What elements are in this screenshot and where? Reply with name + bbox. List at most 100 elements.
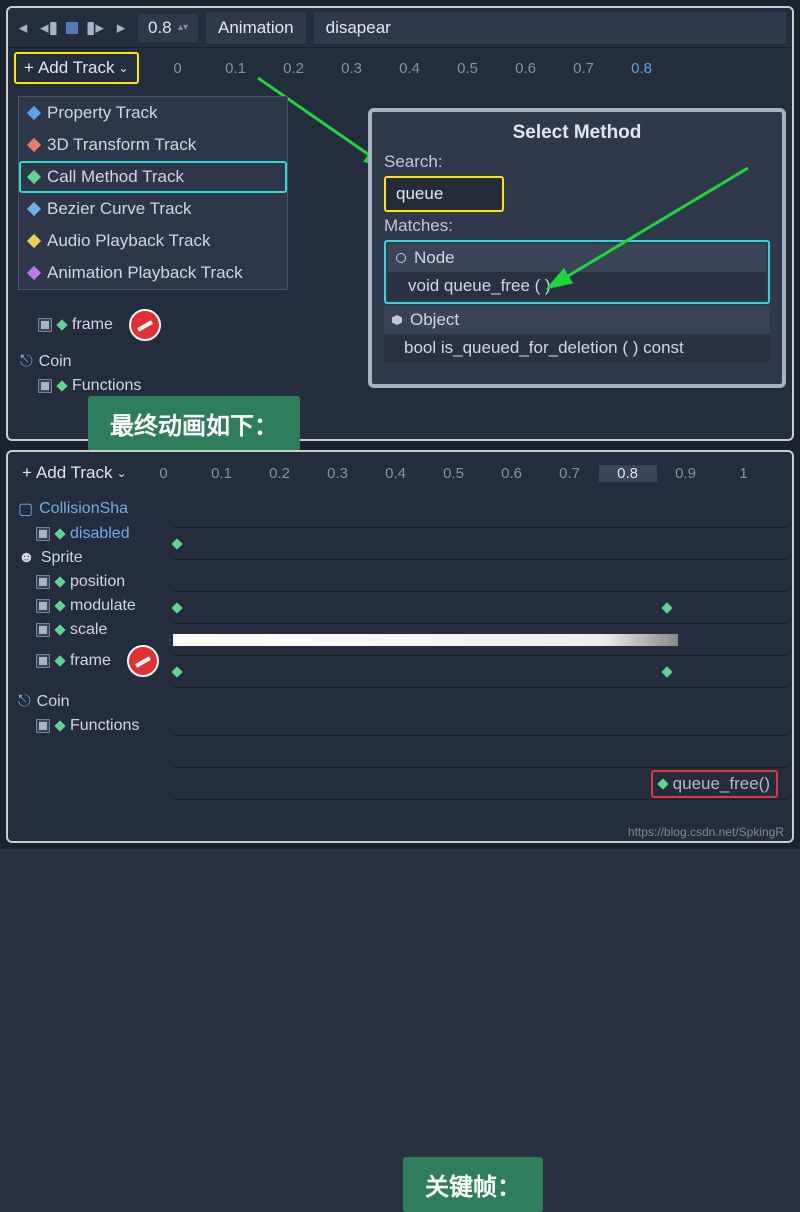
keyframe[interactable]: [171, 538, 182, 549]
track-functions[interactable]: Functions: [16, 374, 165, 398]
checkbox-icon[interactable]: [36, 654, 50, 668]
menu-audio-track[interactable]: Audio Playback Track: [19, 225, 287, 257]
add-track-label: Add Track: [36, 463, 113, 483]
checkbox-icon[interactable]: [38, 379, 52, 393]
keyframe-area: queue_free(): [173, 496, 788, 837]
search-input[interactable]: [384, 176, 504, 212]
chevron-down-icon: ⌄: [118, 61, 128, 75]
link-icon: ⎋: [20, 353, 33, 371]
tick: 0.3: [309, 465, 367, 482]
diamond-icon: [27, 138, 41, 152]
tick: 0.2: [251, 465, 309, 482]
tick: 0.6: [483, 465, 541, 482]
keyframe-label: queue_free(): [673, 774, 770, 794]
add-track-menu: Property Track 3D Transform Track Call M…: [18, 96, 288, 290]
animation-dropdown[interactable]: Animation: [206, 12, 306, 44]
queue-free-keyframe[interactable]: queue_free(): [651, 770, 778, 798]
menu-property-track[interactable]: Property Track: [19, 97, 287, 129]
stop-sign-icon: [129, 309, 161, 341]
diamond-icon: [54, 720, 65, 731]
checkbox-icon[interactable]: [36, 575, 50, 589]
keyframe[interactable]: [171, 602, 182, 613]
menu-animation-track[interactable]: Animation Playback Track: [19, 257, 287, 289]
track-frame[interactable]: frame: [16, 306, 165, 344]
diamond-icon: [56, 380, 67, 391]
diamond-icon: [54, 600, 65, 611]
track-sprite[interactable]: ☻Sprite: [14, 546, 172, 570]
track-line[interactable]: [173, 560, 788, 592]
track-line[interactable]: [173, 592, 788, 624]
track-scale[interactable]: scale: [14, 618, 172, 642]
keyframe[interactable]: [661, 602, 672, 613]
track-line[interactable]: [173, 656, 788, 688]
track-label: Functions: [70, 717, 139, 735]
match-node-header[interactable]: Node: [388, 244, 766, 272]
spinner-icon: ▴▾: [178, 22, 188, 33]
tick: 0.7: [541, 465, 599, 482]
track-line[interactable]: [173, 496, 788, 528]
match-object-header[interactable]: Object: [384, 306, 770, 334]
top-editor-panel: ◂ ◂▮ ▮▸ ▸ 0.8 ▴▾ Animation disapear + Ad…: [6, 6, 794, 441]
diamond-icon: [54, 528, 65, 539]
track-modulate[interactable]: modulate: [14, 594, 172, 618]
menu-label: Animation Playback Track: [47, 263, 243, 283]
add-track-button[interactable]: + Add Track ⌄: [14, 52, 139, 84]
stop-sign-icon: [127, 645, 159, 677]
track-line[interactable]: [173, 624, 788, 656]
track-frame[interactable]: frame: [14, 642, 172, 680]
checkbox-icon[interactable]: [36, 719, 50, 733]
checkbox-icon[interactable]: [36, 623, 50, 637]
track-disabled[interactable]: disabled: [14, 522, 172, 546]
hex-icon: [392, 315, 402, 325]
animation-toolbar: ◂ ◂▮ ▮▸ ▸ 0.8 ▴▾ Animation disapear: [8, 8, 792, 48]
play-button[interactable]: ▸: [112, 19, 130, 37]
tick: 0.1: [193, 465, 251, 482]
track-label: Coin: [39, 353, 72, 371]
checkbox-icon[interactable]: [36, 527, 50, 541]
tick: 0.6: [497, 60, 555, 77]
track-label: CollisionSha: [39, 500, 128, 518]
menu-label: Call Method Track: [47, 167, 184, 187]
match-is-queued[interactable]: bool is_queued_for_deletion ( ) const: [384, 334, 770, 362]
track-label: disabled: [70, 525, 130, 543]
animation-name[interactable]: disapear: [314, 12, 786, 44]
checkbox-icon[interactable]: [38, 318, 52, 332]
bottom-editor-panel: + Add Track ⌄ 0 0.1 0.2 0.3 0.4 0.5 0.6 …: [6, 450, 794, 843]
menu-label: 3D Transform Track: [47, 135, 196, 155]
circle-icon: [396, 253, 406, 263]
tick: 0.5: [439, 60, 497, 77]
track-line[interactable]: [173, 736, 788, 768]
match-method: bool is_queued_for_deletion ( ) const: [404, 338, 684, 358]
tick: 0.9: [657, 465, 715, 482]
link-icon: ⎋: [18, 693, 31, 711]
menu-3d-transform-track[interactable]: 3D Transform Track: [19, 129, 287, 161]
keyframe[interactable]: [661, 666, 672, 677]
time-value: 0.8: [148, 18, 172, 38]
track-line[interactable]: [173, 528, 788, 560]
tick: 0.5: [425, 465, 483, 482]
menu-call-method-track[interactable]: Call Method Track: [19, 161, 287, 193]
banner-keyframe: 关键帧：: [403, 1157, 543, 1212]
track-coin[interactable]: ⎋ Coin: [16, 350, 165, 374]
menu-bezier-track[interactable]: Bezier Curve Track: [19, 193, 287, 225]
track-position[interactable]: position: [14, 570, 172, 594]
track-line[interactable]: [173, 688, 788, 736]
prev-frame-button[interactable]: ◂▮: [40, 19, 58, 37]
plus-icon: +: [22, 463, 32, 483]
match-highlight: Node void queue_free ( ): [384, 240, 770, 304]
track-functions[interactable]: Functions: [14, 714, 172, 738]
track-collision[interactable]: ▢CollisionSha: [14, 496, 172, 522]
diamond-icon: [54, 576, 65, 587]
next-frame-button[interactable]: ▮▸: [86, 19, 104, 37]
track-line[interactable]: queue_free(): [173, 768, 788, 800]
time-input[interactable]: 0.8 ▴▾: [138, 14, 198, 42]
track-coin[interactable]: ⎋Coin: [14, 690, 172, 714]
keyframe[interactable]: [171, 666, 182, 677]
first-frame-button[interactable]: ◂: [14, 19, 32, 37]
add-track-button[interactable]: + Add Track ⌄: [14, 459, 135, 487]
stop-button[interactable]: [66, 22, 78, 34]
checkbox-icon[interactable]: [36, 599, 50, 613]
match-queue-free[interactable]: void queue_free ( ): [388, 272, 766, 300]
watermark: https://blog.csdn.net/SpkingR: [628, 825, 784, 839]
track-label: modulate: [70, 597, 136, 615]
